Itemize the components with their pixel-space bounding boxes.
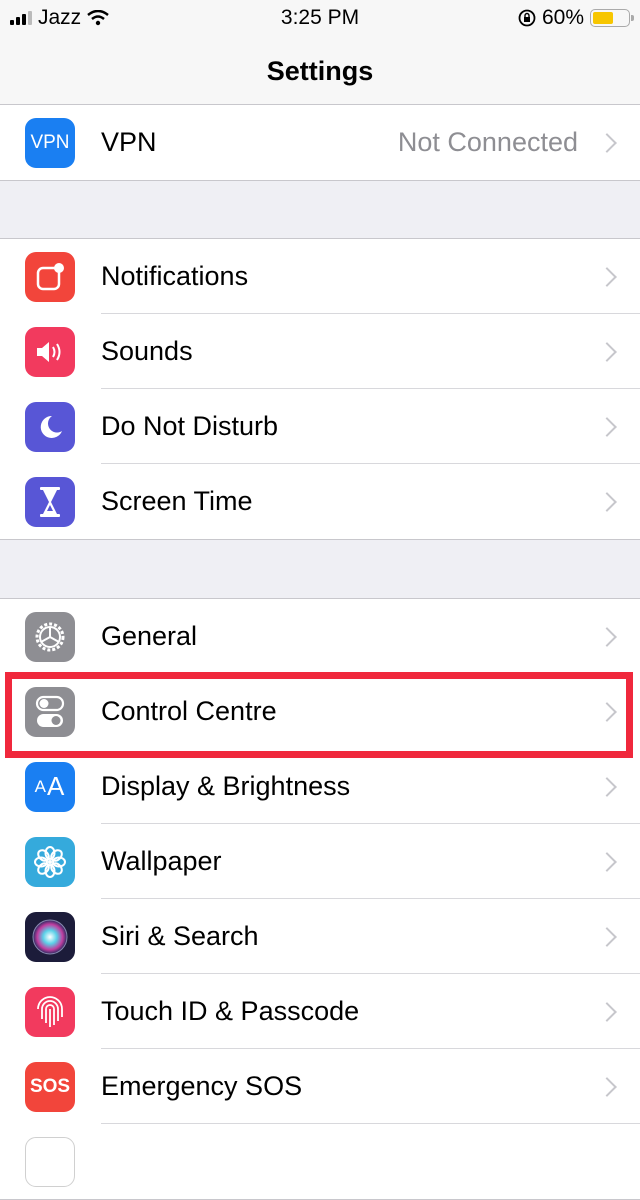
row-label: Do Not Disturb [101, 411, 279, 441]
settings-row-touch-id-passcode[interactable]: Touch ID & Passcode [0, 974, 640, 1049]
row-label: Notifications [101, 261, 249, 291]
chevron-right-icon [597, 1001, 617, 1022]
row-label: Display & Brightness [101, 771, 351, 801]
settings-row-display-brightness[interactable]: AA Display & Brightness [0, 749, 640, 824]
battery-icon [590, 9, 634, 27]
chevron-right-icon [597, 416, 617, 437]
vpn-status: Not Connected [397, 127, 578, 157]
chevron-right-icon [597, 341, 617, 362]
siri-icon [25, 911, 75, 962]
navigation-bar: Settings [0, 36, 640, 108]
chevron-right-icon [597, 626, 617, 647]
chevron-right-icon [597, 776, 617, 797]
orientation-lock-icon [518, 9, 536, 27]
battery-percent: 60% [541, 6, 584, 29]
partial-icon [25, 1136, 75, 1187]
text-size-icon: AA [25, 761, 75, 812]
row-label: Sounds [101, 336, 193, 366]
sos-icon: SOS [25, 1061, 75, 1112]
settings-row-wallpaper[interactable]: Wallpaper [0, 824, 640, 899]
chevron-right-icon [597, 266, 617, 287]
hourglass-icon [25, 476, 75, 527]
toggles-icon [25, 686, 75, 737]
settings-group-general: General Control Centre AA Display & Brig… [0, 598, 640, 1200]
settings-row-general[interactable]: General [0, 599, 640, 674]
settings-row-control-centre[interactable]: Control Centre [0, 674, 640, 749]
row-label: Control Centre [101, 696, 277, 726]
gear-icon [25, 611, 75, 662]
row-label: Touch ID & Passcode [101, 996, 360, 1026]
status-bar: Jazz 3:25 PM 60% [0, 0, 640, 36]
row-label: Wallpaper [101, 846, 222, 876]
chevron-right-icon [597, 132, 617, 153]
row-label: Emergency SOS [101, 1071, 303, 1101]
settings-row-partial[interactable] [0, 1124, 640, 1199]
chevron-right-icon [597, 926, 617, 947]
settings-group-alerts: Notifications Sounds Do Not Disturb Scre… [0, 238, 640, 540]
settings-row-do-not-disturb[interactable]: Do Not Disturb [0, 389, 640, 464]
chevron-right-icon [597, 491, 617, 512]
vpn-icon: VPN [25, 117, 75, 168]
row-label: Screen Time [101, 486, 253, 516]
chevron-right-icon [597, 1076, 617, 1097]
settings-row-siri-search[interactable]: Siri & Search [0, 899, 640, 974]
row-label: General [101, 621, 198, 651]
flower-icon [25, 836, 75, 887]
chevron-right-icon [597, 851, 617, 872]
page-title: Settings [266, 56, 374, 86]
settings-row-vpn[interactable]: VPN VPN Not Connected [0, 105, 640, 180]
moon-icon [25, 401, 75, 452]
notifications-icon [25, 251, 75, 302]
chevron-right-icon [597, 701, 617, 722]
row-label: Siri & Search [101, 921, 259, 951]
settings-group-vpn: VPN VPN Not Connected [0, 104, 640, 181]
speaker-icon [25, 326, 75, 377]
small-a: A [34, 776, 47, 796]
settings-row-screen-time[interactable]: Screen Time [0, 464, 640, 539]
row-label: VPN [101, 127, 157, 157]
settings-row-sounds[interactable]: Sounds [0, 314, 640, 389]
large-a: A [47, 771, 66, 801]
settings-row-emergency-sos[interactable]: SOS Emergency SOS [0, 1049, 640, 1124]
fingerprint-icon [25, 986, 75, 1037]
settings-row-notifications[interactable]: Notifications [0, 239, 640, 314]
